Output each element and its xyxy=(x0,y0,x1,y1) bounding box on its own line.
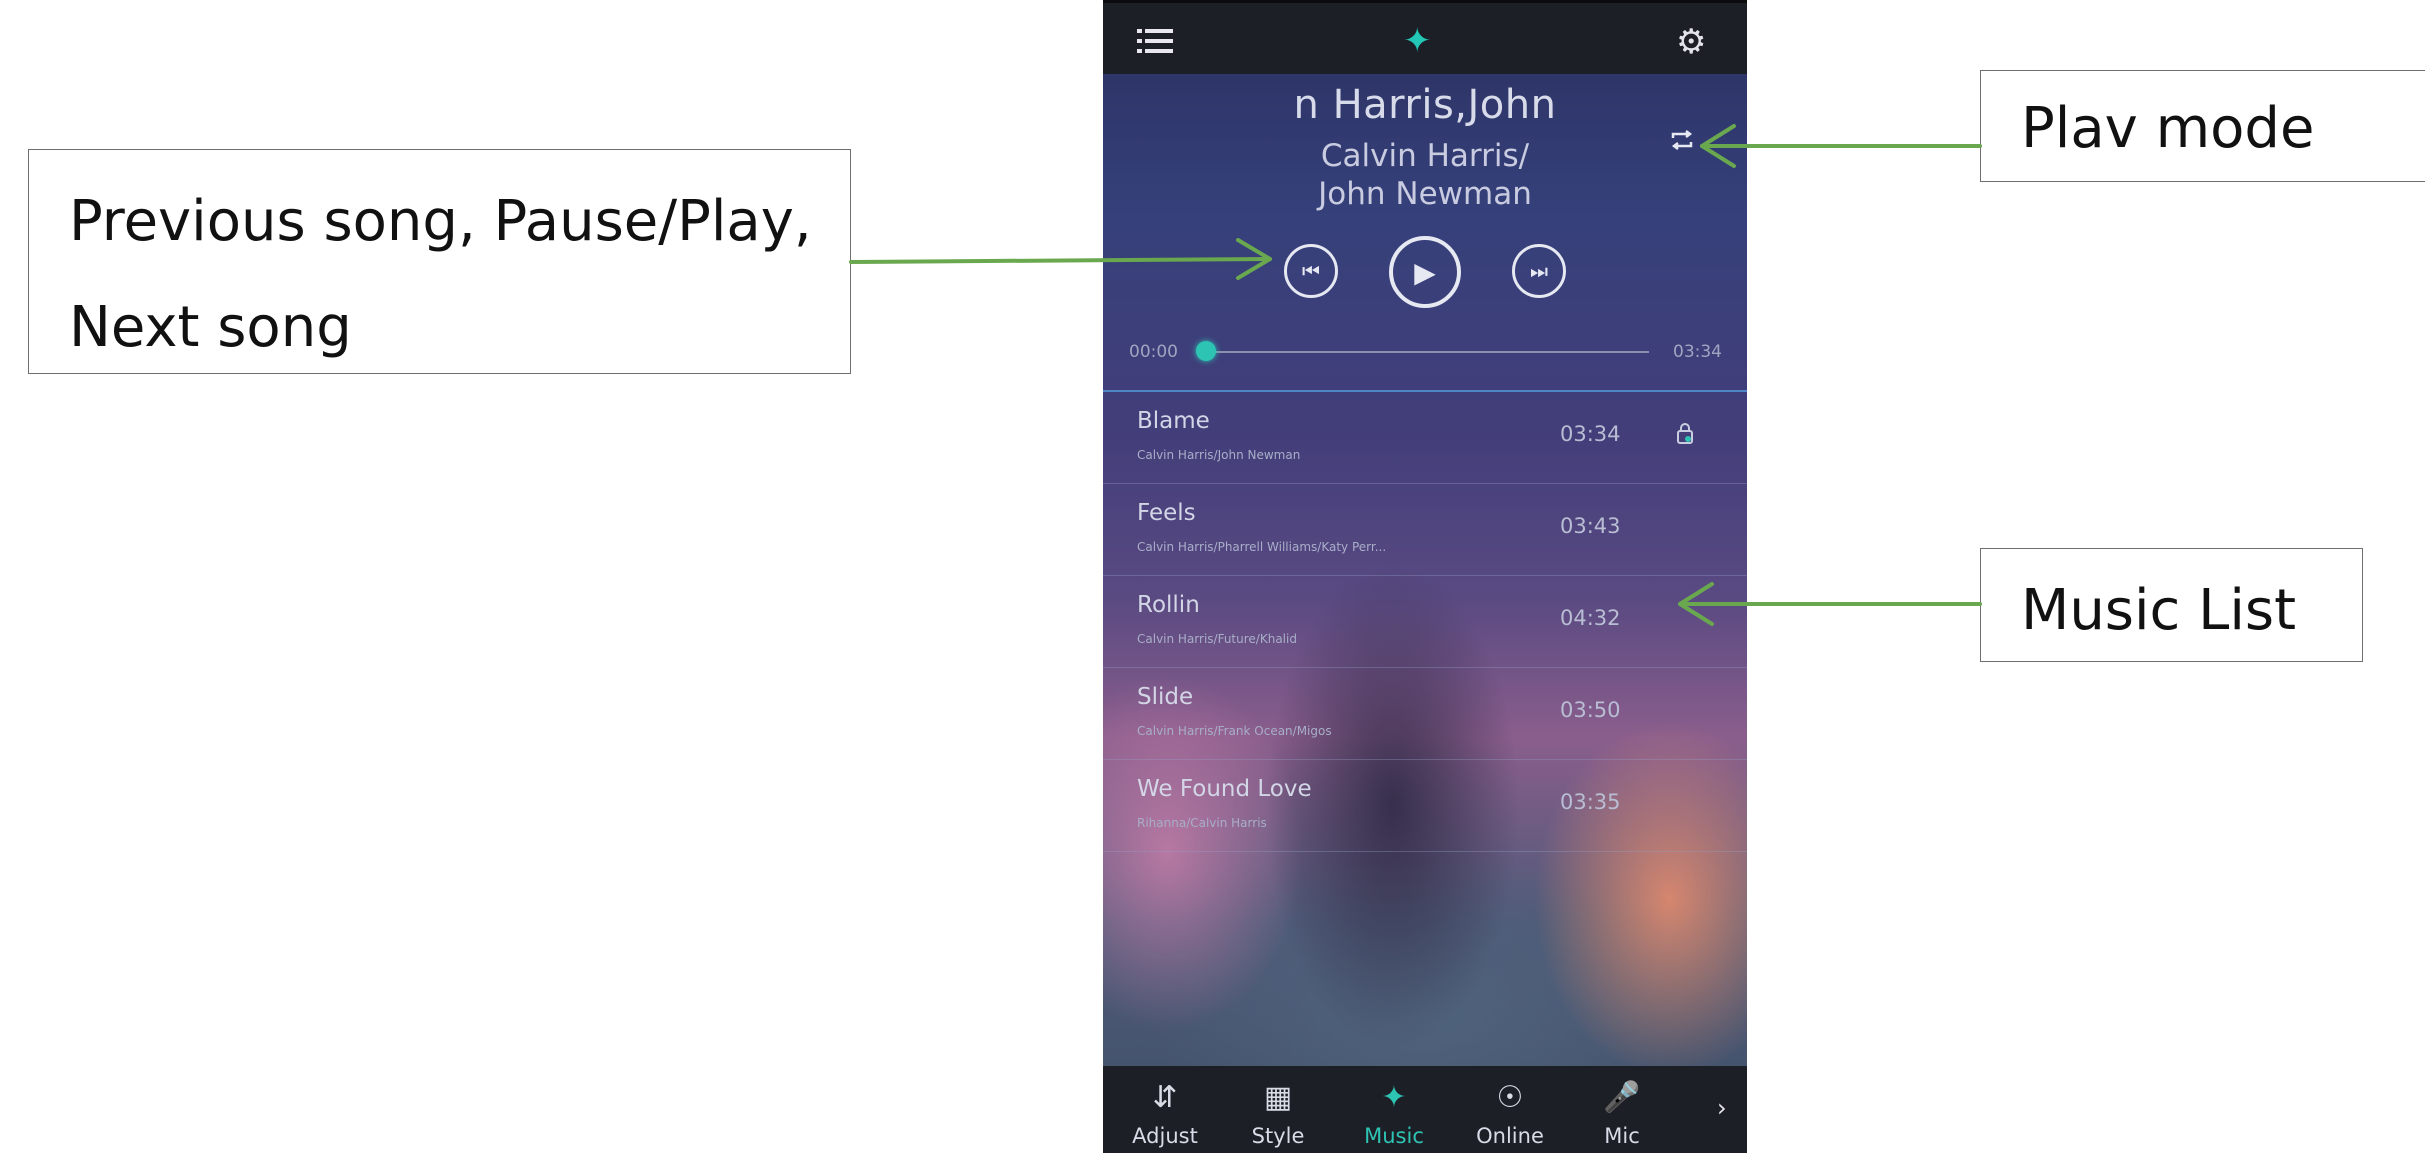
music-logo-icon: ✦ xyxy=(1381,1080,1407,1115)
skip-back-icon: ⏮ xyxy=(1302,259,1320,283)
annotation-play-mode-label: Plav mode xyxy=(2021,96,2315,161)
repeat-mode-icon[interactable] xyxy=(1669,130,1695,150)
track-artists: Calvin Harris/Pharrell Williams/Katy Per… xyxy=(1137,540,1387,554)
chevron-right-icon[interactable]: › xyxy=(1717,1094,1727,1122)
tab-music[interactable]: ✦ Music xyxy=(1349,1066,1439,1153)
online-icon: ☉ xyxy=(1496,1080,1524,1115)
track-duration: 03:43 xyxy=(1560,514,1621,538)
tab-online-label: Online xyxy=(1476,1124,1544,1148)
annotation-controls: Previous song, Pause/Play, Next song xyxy=(28,149,851,374)
now-playing-icon xyxy=(1677,423,1693,444)
annotation-play-mode: Plav mode xyxy=(1980,70,2425,182)
tab-adjust[interactable]: ⇵ Adjust xyxy=(1120,1066,1210,1153)
annotation-controls-line1: Previous song, Pause/Play, xyxy=(69,189,812,254)
song-artist-line2: John Newman xyxy=(1318,176,1532,212)
track-name: Slide xyxy=(1137,684,1194,710)
microphone-icon: 🎤 xyxy=(1603,1080,1641,1115)
top-bar: ✦ ⚙ xyxy=(1103,0,1747,74)
track-name: Blame xyxy=(1137,408,1210,434)
track-name: Rollin xyxy=(1137,592,1200,618)
track-duration: 03:34 xyxy=(1560,422,1621,446)
menu-icon[interactable] xyxy=(1137,27,1173,55)
total-time: 03:34 xyxy=(1673,342,1722,362)
gear-icon[interactable]: ⚙ xyxy=(1676,22,1706,62)
track-row[interactable]: Blame Calvin Harris/John Newman 03:34 xyxy=(1103,392,1747,484)
track-row[interactable]: Rollin Calvin Harris/Future/Khalid 04:32 xyxy=(1103,576,1747,668)
annotation-controls-line2: Next song xyxy=(69,295,352,360)
tab-style[interactable]: ▦ Style xyxy=(1233,1066,1323,1153)
track-name: We Found Love xyxy=(1137,776,1312,802)
track-duration: 03:35 xyxy=(1560,790,1621,814)
equalizer-icon: ⇵ xyxy=(1152,1080,1178,1115)
tab-mic[interactable]: 🎤 Mic xyxy=(1577,1066,1667,1153)
track-name: Feels xyxy=(1137,500,1196,526)
progress-track[interactable] xyxy=(1199,351,1649,353)
track-row[interactable]: We Found Love Rihanna/Calvin Harris 03:3… xyxy=(1103,760,1747,852)
previous-song-button[interactable]: ⏮ xyxy=(1284,244,1338,298)
tab-mic-label: Mic xyxy=(1604,1124,1640,1148)
track-artists: Rihanna/Calvin Harris xyxy=(1137,816,1267,830)
tab-online[interactable]: ☉ Online xyxy=(1465,1066,1555,1153)
track-row[interactable]: Feels Calvin Harris/Pharrell Williams/Ka… xyxy=(1103,484,1747,576)
bottom-tab-bar: ⇵ Adjust ▦ Style ✦ Music ☉ Online 🎤 Mic … xyxy=(1103,1066,1747,1153)
next-song-button[interactable]: ⏭ xyxy=(1512,244,1566,298)
tab-adjust-label: Adjust xyxy=(1132,1124,1198,1148)
track-duration: 04:32 xyxy=(1560,606,1621,630)
annotation-music-list-label: Music List xyxy=(2021,578,2297,643)
grid-icon: ▦ xyxy=(1263,1080,1293,1115)
play-icon: ▶ xyxy=(1414,255,1436,289)
skip-forward-icon: ⏭ xyxy=(1530,259,1548,283)
play-pause-button[interactable]: ▶ xyxy=(1389,236,1461,308)
track-row[interactable]: Slide Calvin Harris/Frank Ocean/Migos 03… xyxy=(1103,668,1747,760)
track-artists: Calvin Harris/Future/Khalid xyxy=(1137,632,1297,646)
track-artists: Calvin Harris/John Newman xyxy=(1137,448,1301,462)
song-artist-line1: Calvin Harris/ xyxy=(1320,138,1530,174)
annotation-music-list: Music List xyxy=(1980,548,2363,662)
progress-knob[interactable] xyxy=(1196,341,1216,361)
music-logo-icon: ✦ xyxy=(1403,21,1432,61)
tab-music-label: Music xyxy=(1364,1124,1424,1148)
track-duration: 03:50 xyxy=(1560,698,1621,722)
current-time: 00:00 xyxy=(1129,342,1178,362)
song-title: n Harris,John xyxy=(1293,82,1557,128)
tab-style-label: Style xyxy=(1251,1124,1305,1148)
phone-screen: ✦ ⚙ n Harris,John Calvin Harris/ John Ne… xyxy=(1103,0,1747,1153)
track-artists: Calvin Harris/Frank Ocean/Migos xyxy=(1137,724,1332,738)
